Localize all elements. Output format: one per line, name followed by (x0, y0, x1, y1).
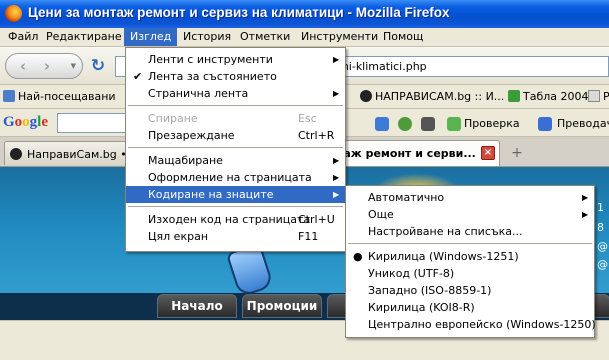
firefox-icon (5, 5, 22, 22)
view-menu-item-2[interactable]: Странична лента ▶ (126, 85, 345, 102)
side-text: @ (597, 240, 608, 253)
menu-item-label: Кирилица (Windows-1251) (368, 250, 519, 263)
view-menu-item-8[interactable]: Оформление на страницата ▶ (126, 169, 345, 186)
menu-file[interactable]: Файл (2, 28, 44, 46)
menu-view[interactable]: Изглед (124, 28, 178, 46)
menu-item-label: Мащабиране (148, 154, 223, 167)
menu-item-shortcut: Ctrl+U (298, 213, 335, 226)
encoding-menu-item-6[interactable]: Западно (ISO-8859-1) (346, 282, 594, 299)
menu-item-label: Оформление на страницата (148, 171, 312, 184)
side-text: 1 (597, 201, 604, 214)
menu-item-label: Настройване на списъка... (368, 225, 523, 238)
menu-item-label: Странична лента (148, 87, 249, 100)
view-menu-item-5[interactable]: Презареждане Ctrl+R (126, 127, 345, 144)
back-button[interactable]: ‹ (12, 56, 34, 76)
logo-icon (360, 90, 372, 102)
camera-icon[interactable] (375, 117, 389, 131)
google-search-input[interactable] (57, 113, 127, 133)
menu-help[interactable]: Помощ (377, 28, 429, 46)
encoding-menu-item-7[interactable]: Кирилица (KOI8-R) (346, 299, 594, 316)
encoding-menu-item-8[interactable]: Централно европейско (Windows-1250) (346, 316, 596, 333)
bookmark-tabla[interactable]: Табла 2004 (508, 90, 589, 103)
menu-item-label: Спиране (148, 112, 198, 125)
check-icon[interactable] (447, 117, 461, 131)
menu-item-label: Изходен код на страницата (148, 213, 311, 226)
google-logo: Google (3, 114, 49, 130)
bookmark-extra[interactable]: Р (588, 90, 609, 103)
bookmark-napravisam[interactable]: НАПРАВИСАМ.bg :: И... (360, 90, 504, 103)
menu-item-label: Още (368, 208, 394, 221)
side-text: 8 (597, 221, 604, 234)
view-menu-item-7[interactable]: Мащабиране ▶ (126, 152, 345, 169)
google-icon (508, 90, 520, 102)
nav-promotions-button[interactable]: Промоции (242, 294, 322, 318)
menu-item-label: Цял екран (148, 230, 209, 243)
encoding-menu-item-0[interactable]: Автоматично ▶ (346, 189, 594, 206)
menu-item-label: Лента за състоянието (148, 70, 277, 83)
translate-button[interactable]: Преводач (557, 117, 609, 130)
title-bar: Цени за монтаж ремонт и сервиз на климат… (0, 0, 609, 28)
side-text: @ (597, 258, 608, 271)
menu-separator (348, 243, 592, 244)
forward-button[interactable]: › (36, 56, 58, 76)
menu-separator (128, 206, 343, 207)
menu-item-label: Кодиране на знаците (148, 188, 274, 201)
tools-icon[interactable] (421, 117, 435, 131)
menu-item-shortcut: F11 (298, 230, 319, 243)
view-menu-item-11[interactable]: Изходен код на страницата Ctrl+U (126, 211, 345, 228)
menu-item-label: Уникод (UTF-8) (368, 267, 455, 280)
bookmark-most-visited[interactable]: Най-посещавани (3, 90, 116, 103)
menu-history[interactable]: История (177, 28, 237, 46)
chevron-right-icon: ▶ (333, 190, 340, 199)
encoding-menu-item-5[interactable]: Уникод (UTF-8) (346, 265, 594, 282)
menu-bar: Файл Редактиране Изглед История Отметки … (0, 28, 609, 47)
menu-separator (128, 105, 343, 106)
menu-item-label: Ленти с инструменти (148, 53, 273, 66)
logo-icon (10, 148, 22, 160)
chevron-right-icon: ▶ (333, 55, 340, 64)
view-menu-item-12[interactable]: Цял екран F11 (126, 228, 345, 245)
menu-bookmarks[interactable]: Отметки (234, 28, 296, 46)
translate-icon[interactable] (538, 117, 552, 131)
menu-item-label: Кирилица (KOI8-R) (368, 301, 475, 314)
tab-napravisam[interactable]: НаправиСам.bg • Д... (4, 141, 149, 165)
view-menu-item-4: Спиране Esc (126, 110, 345, 127)
encoding-menu-item-4[interactable]: ● Кирилица (Windows-1251) (346, 248, 594, 265)
chevron-right-icon: ▶ (333, 156, 340, 165)
page-icon (588, 90, 600, 102)
back-forward-group: ‹ › ▼ (5, 53, 83, 79)
radio-dot-icon: ● (353, 250, 363, 263)
view-menu-item-1[interactable]: ✔ Лента за състоянието (126, 68, 345, 85)
window-title: Цени за монтаж ремонт и сервиз на климат… (28, 5, 450, 20)
chevron-right-icon: ▶ (333, 89, 340, 98)
globe-icon[interactable] (398, 117, 412, 131)
menu-item-label: Автоматично (368, 191, 445, 204)
history-dropdown-icon[interactable]: ▼ (71, 62, 76, 70)
reload-button[interactable]: ↻ (88, 56, 108, 76)
menu-item-shortcut: Ctrl+R (298, 129, 335, 142)
chevron-right-icon: ▶ (582, 210, 589, 219)
view-menu: Ленти с инструменти ▶ ✔ Лента за състояниет… (125, 47, 346, 252)
checkmark-icon: ✔ (133, 70, 143, 83)
spellcheck-button[interactable]: Проверка (464, 117, 520, 130)
new-tab-button[interactable]: + (506, 144, 528, 162)
menu-item-label: Западно (ISO-8859-1) (368, 284, 492, 297)
view-menu-item-0[interactable]: Ленти с инструменти ▶ (126, 51, 345, 68)
menu-separator (128, 147, 343, 148)
menu-item-label: Презареждане (148, 129, 235, 142)
menu-item-shortcut: Esc (298, 112, 317, 125)
encoding-menu-item-1[interactable]: Още ▶ (346, 206, 594, 223)
bookmark-icon (3, 90, 15, 102)
encoding-menu-item-2[interactable]: Настройване на списъка... (346, 223, 594, 240)
close-icon[interactable]: × (481, 146, 495, 160)
nav-home-button[interactable]: Начало (157, 294, 237, 318)
encoding-submenu: Автоматично ▶ Още ▶ Настройване на списъка..… (345, 185, 596, 338)
menu-tools[interactable]: Инструменти (295, 28, 384, 46)
view-menu-item-9[interactable]: Кодиране на знаците ▶ (126, 186, 345, 203)
menu-item-label: Централно европейско (Windows-1250) (368, 318, 596, 331)
chevron-right-icon: ▶ (333, 173, 340, 182)
chevron-right-icon: ▶ (582, 193, 589, 202)
menu-edit[interactable]: Редактиране (40, 28, 128, 46)
